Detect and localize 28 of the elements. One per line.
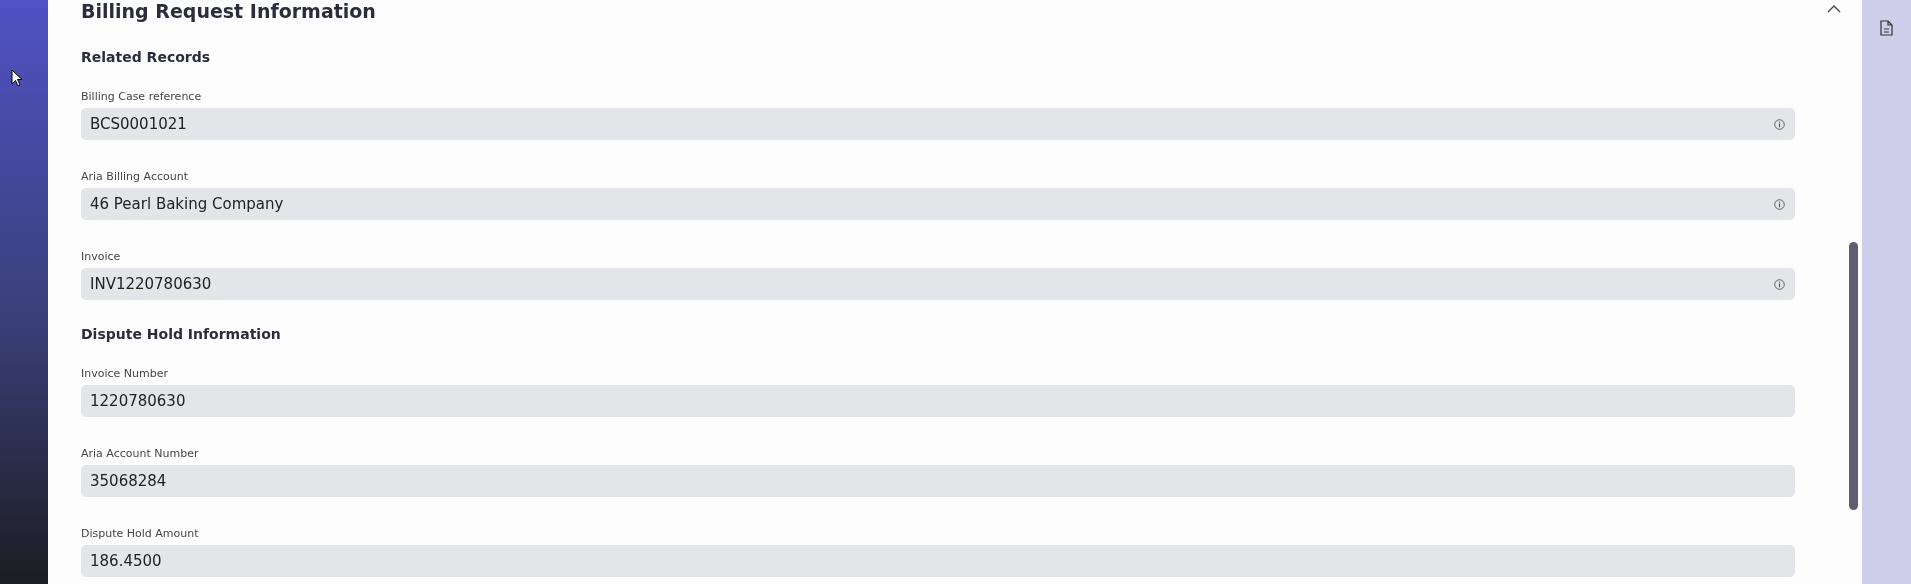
field-label: Aria Billing Account [81,170,189,184]
read-only-field[interactable]: 1220780630 [81,385,1795,417]
group-heading: Dispute Hold Information [81,325,282,344]
info-icon[interactable] [1774,278,1785,290]
scrollbar-thumb[interactable] [1849,242,1858,510]
field-label: Invoice [81,250,122,264]
field-value: 1220780630 [90,390,186,412]
read-only-field[interactable]: 35068284 [81,465,1795,497]
field-label: Invoice Number [81,367,169,381]
section-title: Billing Request Information [81,0,376,22]
collapse-chevron-icon[interactable] [1827,4,1841,13]
read-only-field[interactable]: BCS0001021 [81,108,1795,140]
read-only-field[interactable]: 46 Pearl Baking Company [81,188,1795,220]
read-only-field[interactable]: INV1220780630 [81,268,1795,300]
field-value: BCS0001021 [90,113,187,135]
cursor-icon [11,69,23,87]
field-label: Dispute Hold Amount [81,527,200,541]
read-only-field[interactable]: 186.4500 [81,545,1795,577]
document-icon[interactable] [1880,20,1893,36]
field-value: 186.4500 [90,550,162,572]
field-label: Billing Case reference [81,90,203,104]
group-heading: Related Records [81,48,212,67]
field-value: 35068284 [90,470,167,492]
field-value: INV1220780630 [90,273,212,295]
field-value: 46 Pearl Baking Company [90,193,284,215]
info-icon[interactable] [1774,118,1785,130]
info-icon[interactable] [1774,198,1785,210]
field-label: Aria Account Number [81,447,200,461]
